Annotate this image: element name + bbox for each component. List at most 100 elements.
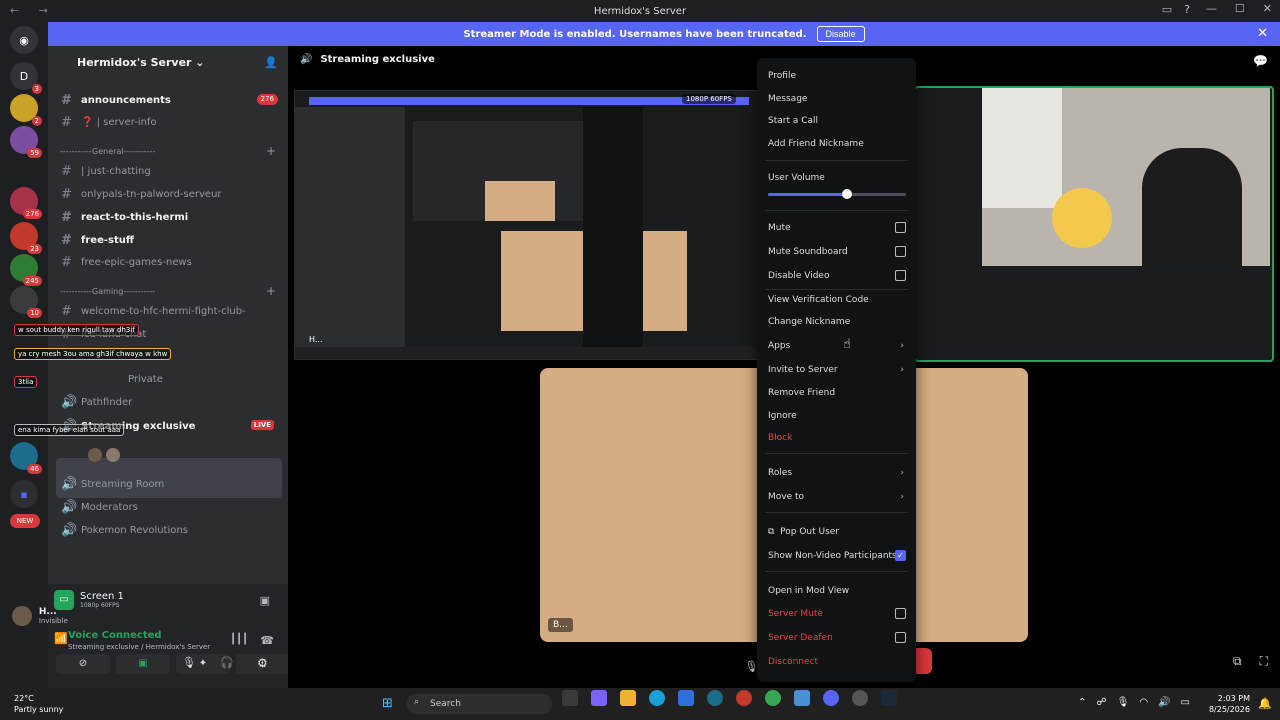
fullscreen-icon[interactable]: ⛶ [1260, 654, 1268, 669]
menu-start-call[interactable]: Start a Call [768, 114, 906, 128]
menu-change-nickname[interactable]: Change Nickname [768, 315, 906, 329]
menu-apps[interactable]: Apps › [768, 339, 906, 353]
disable-streamer-mode-button[interactable]: Disable [816, 26, 865, 42]
channel-item[interactable]: # free-stuff [61, 231, 134, 249]
invite-icon[interactable]: 👤 [264, 56, 278, 69]
help-icon[interactable]: ? [1184, 3, 1190, 16]
taskbar-search[interactable]: Search [406, 694, 552, 714]
server-icon[interactable]: 276 [10, 187, 42, 219]
channel-item[interactable]: # ❓ | server-info [61, 113, 157, 131]
notification-icon[interactable]: 🔔 [1258, 697, 1272, 710]
microphone-icon[interactable]: 🎙 [182, 656, 196, 669]
channel-item[interactable]: 🔊 Streaming Room [61, 475, 164, 493]
disconnect-icon[interactable]: ☎ [260, 634, 274, 647]
server-icon[interactable]: 59 [10, 126, 42, 158]
screen-share-button[interactable]: ▣ [116, 654, 170, 674]
menu-ignore[interactable]: Ignore [768, 409, 906, 423]
checkbox[interactable] [895, 246, 906, 257]
headphones-icon[interactable]: 🎧 [220, 656, 234, 669]
checkbox[interactable] [895, 222, 906, 233]
screen-stream-tile[interactable]: H... [294, 90, 764, 360]
menu-pop-out-user[interactable]: ⧉ Pop Out User [768, 525, 906, 539]
menu-mute-soundboard[interactable]: Mute Soundboard [768, 245, 906, 259]
chat-icon[interactable]: 💬 [1253, 54, 1268, 68]
menu-server-mute[interactable]: Server Mute [768, 607, 906, 621]
volume-icon[interactable]: 🔊 [1158, 697, 1170, 708]
task-view-icon[interactable] [562, 690, 578, 706]
chrome-icon[interactable] [765, 690, 781, 706]
app-icon[interactable] [736, 690, 752, 706]
app-icon[interactable] [591, 690, 607, 706]
checkbox-checked[interactable]: ✓ [895, 550, 906, 561]
server-header[interactable]: Hermidox's Server ⌄ 👤 [48, 46, 288, 78]
channel-item[interactable]: # free-epic-games-news [61, 253, 192, 271]
camera-toggle-button[interactable]: ⊘ [56, 654, 110, 674]
app-icon[interactable] [852, 690, 868, 706]
file-explorer-icon[interactable] [620, 690, 636, 706]
taskbar-clock[interactable]: 2:03 PM 8/25/2026 [1209, 693, 1250, 715]
edge-icon[interactable] [649, 690, 665, 706]
channel-item[interactable]: 🔊 Moderators [61, 498, 138, 516]
add-channel-icon[interactable]: + [266, 284, 276, 298]
new-badge-icon[interactable]: NEW [10, 514, 40, 528]
steam-icon[interactable] [881, 690, 897, 706]
menu-move-to[interactable]: Move to › [768, 490, 906, 504]
server-icon[interactable]: D3 [10, 62, 42, 94]
menu-open-mod-view[interactable]: Open in Mod View [768, 584, 906, 598]
gear-icon[interactable]: ⚙ [257, 656, 268, 670]
menu-invite-to-server[interactable]: Invite to Server › [768, 363, 906, 377]
channel-item[interactable]: # announcements [61, 91, 171, 109]
channel-item[interactable]: 🔊 Pokemon Revolutions [61, 521, 188, 539]
checkbox[interactable] [895, 608, 906, 619]
menu-message[interactable]: Message [768, 92, 906, 106]
menu-roles[interactable]: Roles › [768, 466, 906, 480]
channel-item[interactable]: # onlypals-tn-palword-serveur [61, 185, 222, 203]
menu-add-friend-nickname[interactable]: Add Friend Nickname [768, 137, 906, 151]
app-icon[interactable] [707, 690, 723, 706]
discord-icon[interactable] [823, 690, 839, 706]
avatar[interactable] [88, 448, 102, 462]
avatar[interactable] [106, 448, 120, 462]
app-icon[interactable] [794, 690, 810, 706]
end-call-button[interactable] [916, 648, 932, 674]
close-icon[interactable]: ✕ [1257, 26, 1268, 41]
network-icon[interactable]: ☍ [1097, 697, 1107, 708]
menu-profile[interactable]: Profile [768, 69, 906, 83]
channel-item[interactable]: Private [128, 370, 163, 388]
windows-start-icon[interactable]: ⊞ [382, 696, 393, 711]
menu-view-verification-code[interactable]: View Verification Code [768, 293, 906, 307]
channel-item[interactable]: 🔊 Pathfinder [61, 393, 132, 411]
stop-stream-icon[interactable]: ▣ [260, 594, 270, 607]
menu-block[interactable]: Block [768, 431, 906, 445]
current-user[interactable]: H... Invisible [12, 606, 68, 626]
volume-slider[interactable] [768, 189, 906, 199]
menu-remove-friend[interactable]: Remove Friend [768, 386, 906, 400]
menu-show-non-video[interactable]: Show Non-Video Participants ✓ [768, 549, 906, 563]
menu-server-deafen[interactable]: Server Deafen [768, 631, 906, 645]
channel-item[interactable]: # welcome-to-hfc-hermi-fight-club- [61, 302, 246, 320]
chevron-up-icon[interactable]: ⌃ [1078, 697, 1086, 708]
wifi-icon[interactable]: ◠ [1139, 697, 1148, 708]
server-icon[interactable]: 23 [10, 222, 42, 254]
microphone-icon[interactable]: 🎙 [1117, 697, 1130, 708]
menu-mute[interactable]: Mute [768, 221, 906, 235]
server-icon[interactable]: 46 [10, 442, 42, 474]
minimize-button[interactable]: — [1206, 2, 1217, 15]
noise-suppression-icon[interactable]: ┃┃┃ [230, 634, 248, 645]
category-gaming[interactable]: -----------Gaming----------- [60, 287, 155, 296]
maximize-button[interactable]: ☐ [1235, 2, 1245, 15]
pop-out-icon[interactable]: ⧉ [1233, 654, 1242, 669]
folder-icon[interactable]: ▪ [10, 480, 38, 508]
close-button[interactable]: ✕ [1263, 2, 1272, 15]
weather-widget[interactable]: 22°C Partly sunny [14, 693, 63, 715]
channel-item[interactable]: # react-to-this-hermi [61, 208, 188, 226]
battery-icon[interactable]: ▭ [1181, 697, 1190, 708]
category-general[interactable]: -----------General----------- [60, 147, 155, 156]
volume-knob[interactable] [841, 189, 852, 199]
server-icon[interactable]: 10 [10, 286, 42, 318]
voice-connected[interactable]: Voice Connected Streaming exclusive / He… [68, 630, 210, 651]
add-channel-icon[interactable]: + [266, 144, 276, 158]
channel-item[interactable]: # | just-chatting [61, 162, 151, 180]
discord-home-icon[interactable]: ◉ [10, 26, 38, 54]
menu-disconnect[interactable]: Disconnect [768, 655, 906, 669]
